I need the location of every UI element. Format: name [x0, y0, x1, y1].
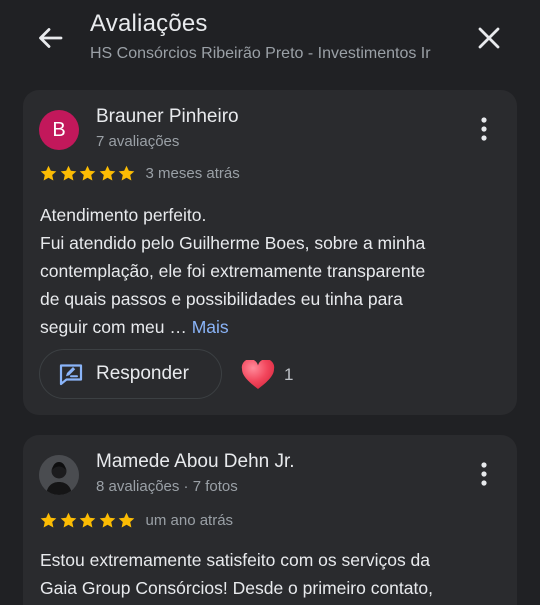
review-text-line: Fui atendido pelo Guilherme Boes, sobre … — [40, 233, 426, 253]
reviewer-name[interactable]: Mamede Abou Dehn Jr. — [96, 451, 295, 473]
review-date: um ano atrás — [145, 512, 234, 529]
page-title: Avaliações — [90, 10, 208, 37]
review-text: Estou extremamente satisfeito com os ser… — [40, 546, 500, 602]
reviewer-meta: 7 avaliações — [96, 133, 180, 150]
review-text-line: seguir com meu … Mais — [40, 313, 500, 341]
review-text-line: Gaia Group Consórcios! Desde o primeiro … — [40, 578, 433, 598]
more-options-button[interactable] — [473, 459, 495, 489]
close-button[interactable] — [473, 22, 505, 54]
more-text-link[interactable]: Mais — [192, 317, 229, 337]
avatar[interactable] — [39, 455, 79, 495]
arrow-left-icon — [39, 28, 63, 48]
rating: 3 meses atrás — [39, 164, 240, 183]
page-subtitle: HS Consórcios Ribeirão Preto - Investime… — [90, 45, 431, 62]
avatar[interactable]: B — [39, 110, 79, 150]
review-text-line: de quais passos e possibilidades eu tinh… — [40, 289, 403, 309]
reviews-page: Avaliações HS Consórcios Ribeirão Preto … — [0, 0, 540, 605]
star-icon — [117, 164, 136, 183]
rating: um ano atrás — [39, 511, 233, 530]
reviewer-meta: 8 avaliações · 7 fotos — [96, 478, 238, 495]
review-card: B Brauner Pinheiro 7 avaliações 3 meses … — [23, 90, 517, 415]
more-vert-icon — [473, 459, 495, 489]
like-count: 1 — [284, 365, 294, 384]
profile-photo — [39, 455, 79, 495]
review-date: 3 meses atrás — [145, 165, 240, 182]
star-icon — [117, 511, 136, 530]
review-text-line: Atendimento perfeito. — [40, 205, 207, 225]
star-icon — [59, 164, 78, 183]
back-button[interactable] — [34, 22, 66, 54]
star-icon — [59, 511, 78, 530]
more-vert-icon — [473, 114, 495, 144]
more-options-button[interactable] — [473, 114, 495, 144]
reply-label: Responder — [96, 363, 189, 384]
like-button[interactable] — [241, 359, 275, 390]
star-icon — [39, 164, 58, 183]
header: Avaliações HS Consórcios Ribeirão Preto … — [0, 0, 540, 80]
star-icon — [98, 164, 117, 183]
review-text-truncated: seguir com meu … — [40, 317, 192, 337]
reviewer-name[interactable]: Brauner Pinheiro — [96, 106, 239, 128]
review-card: Mamede Abou Dehn Jr. 8 avaliações · 7 fo… — [23, 435, 517, 605]
star-icon — [78, 164, 97, 183]
review-text: Atendimento perfeito. Fui atendido pelo … — [40, 201, 500, 341]
heart-icon — [241, 359, 275, 389]
star-icon — [98, 511, 117, 530]
reply-edit-icon — [59, 364, 83, 386]
review-text-line: contemplação, ele foi extremamente trans… — [40, 261, 426, 281]
reply-button[interactable]: Responder — [39, 349, 222, 399]
star-icon — [39, 511, 58, 530]
close-icon — [478, 27, 500, 49]
review-text-line: Estou extremamente satisfeito com os ser… — [40, 550, 431, 570]
star-icon — [78, 511, 97, 530]
